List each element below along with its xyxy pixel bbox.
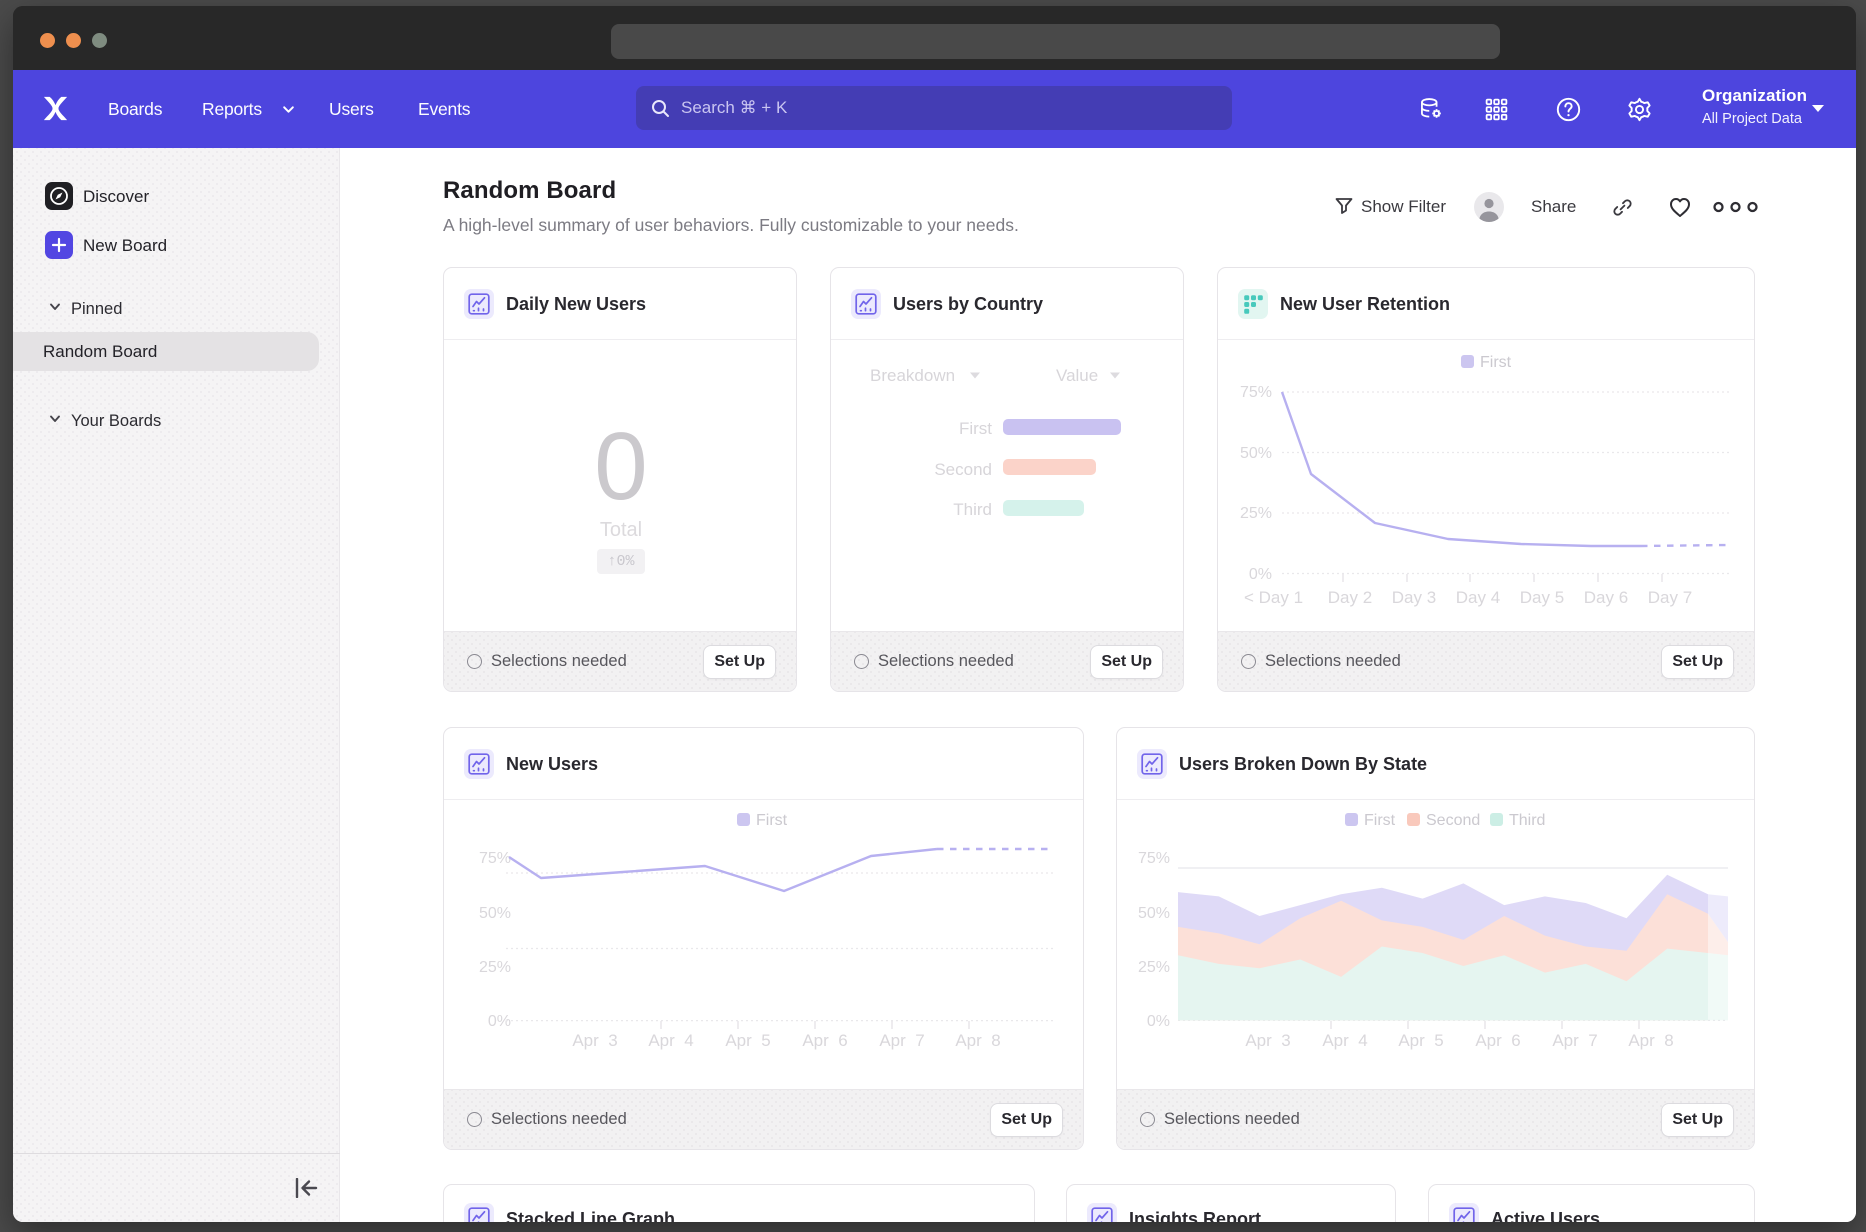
svg-text:Apr 5: Apr 5 — [725, 1031, 770, 1050]
svg-text:50%: 50% — [1138, 905, 1170, 922]
svg-text:Day 5: Day 5 — [1520, 588, 1564, 607]
svg-text:Apr 7: Apr 7 — [879, 1031, 924, 1050]
svg-text:75%: 75% — [1138, 850, 1170, 867]
svg-text:75%: 75% — [479, 850, 511, 867]
svg-text:Apr 3: Apr 3 — [572, 1031, 617, 1050]
svg-text:Day 2: Day 2 — [1328, 588, 1372, 607]
svg-text:25%: 25% — [1138, 959, 1170, 976]
svg-text:Third: Third — [1509, 812, 1545, 829]
svg-text:Second: Second — [1426, 812, 1480, 829]
svg-text:< Day 1: < Day 1 — [1244, 588, 1303, 607]
svg-text:Apr 6: Apr 6 — [1475, 1031, 1520, 1050]
svg-text:50%: 50% — [479, 905, 511, 922]
svg-text:First: First — [1364, 812, 1396, 829]
svg-text:0%: 0% — [488, 1013, 511, 1030]
svg-text:75%: 75% — [1240, 384, 1272, 401]
svg-text:Apr 5: Apr 5 — [1398, 1031, 1443, 1050]
svg-text:Day 4: Day 4 — [1456, 588, 1500, 607]
svg-text:Apr 8: Apr 8 — [955, 1031, 1000, 1050]
svg-text:50%: 50% — [1240, 445, 1272, 462]
svg-text:25%: 25% — [1240, 505, 1272, 522]
svg-text:0%: 0% — [1147, 1013, 1170, 1030]
svg-text:First: First — [1480, 354, 1512, 371]
svg-text:Day 6: Day 6 — [1584, 588, 1628, 607]
svg-text:Apr 7: Apr 7 — [1552, 1031, 1597, 1050]
svg-text:0%: 0% — [1249, 566, 1272, 583]
svg-text:Apr 6: Apr 6 — [802, 1031, 847, 1050]
svg-text:Day 7: Day 7 — [1648, 588, 1692, 607]
svg-text:Day 3: Day 3 — [1392, 588, 1436, 607]
svg-text:Apr 3: Apr 3 — [1245, 1031, 1290, 1050]
svg-text:25%: 25% — [479, 959, 511, 976]
svg-text:Apr 8: Apr 8 — [1628, 1031, 1673, 1050]
svg-text:First: First — [756, 812, 788, 829]
svg-text:Apr 4: Apr 4 — [648, 1031, 693, 1050]
svg-text:Apr 4: Apr 4 — [1322, 1031, 1367, 1050]
